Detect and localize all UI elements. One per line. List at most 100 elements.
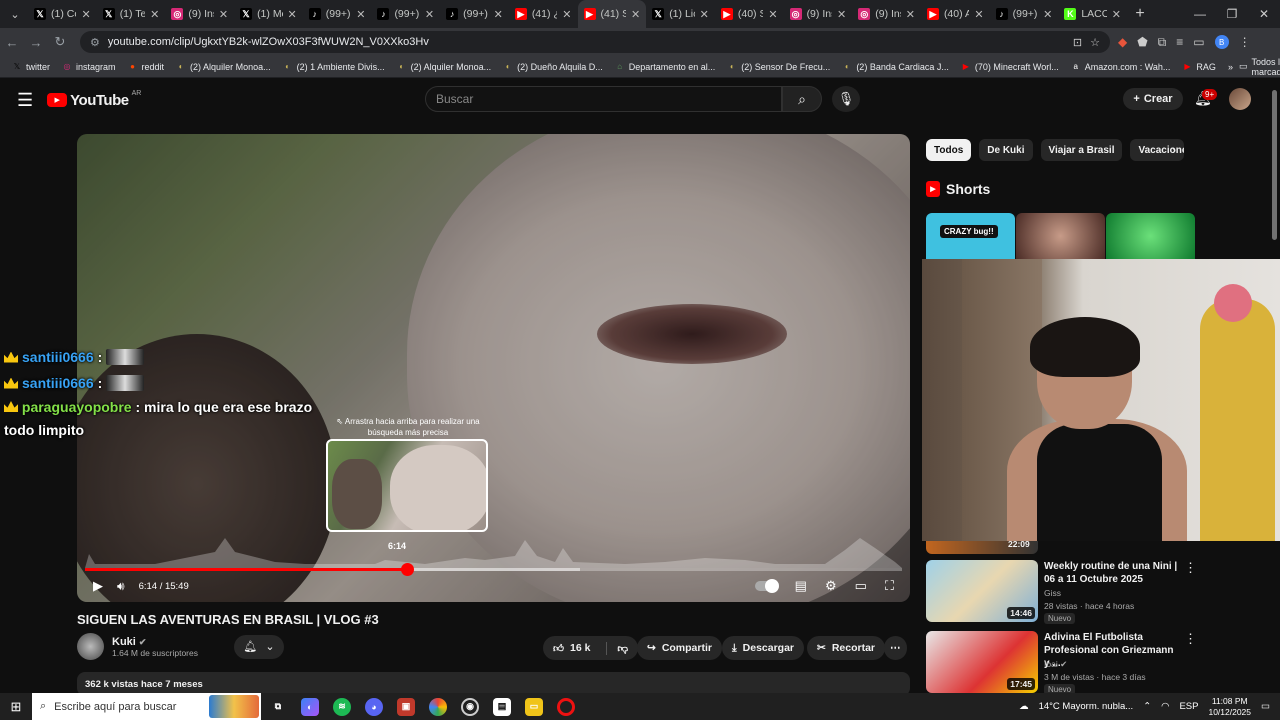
recommended-video[interactable]: 14:46 Weekly routine de una Nini | 06 a … <box>926 560 1197 624</box>
close-tab-icon[interactable]: ✕ <box>1043 8 1052 21</box>
opera-icon[interactable] <box>557 697 575 716</box>
browser-tab[interactable]: ▶ (40) S ✕ <box>715 0 784 28</box>
site-info-icon[interactable]: ⚙ <box>90 36 100 49</box>
extensions-puzzle-icon[interactable]: ⧉ <box>1158 35 1167 50</box>
bookmark-item[interactable]: ◎ instagram <box>56 62 122 72</box>
chevron-right-icon[interactable]: › <box>1172 143 1176 157</box>
browser-tab[interactable]: 𝕏 (1) Me ✕ <box>234 0 303 28</box>
bookmark-item[interactable]: ◐ (2) 1 Ambiente Divis... <box>277 62 391 72</box>
chip-vacations[interactable]: Vacaciones <box>1130 139 1185 161</box>
browser-tab[interactable]: ◎ (9) Ins ✕ <box>852 0 921 28</box>
app-icon[interactable]: ▣ <box>397 697 415 716</box>
share-button[interactable]: ↪ Compartir <box>637 636 722 660</box>
recommended-video[interactable]: 17:45 Adivina El Futbolista Profesional … <box>926 631 1197 695</box>
autoplay-toggle[interactable] <box>754 579 779 593</box>
account-avatar[interactable] <box>1229 88 1251 110</box>
reading-list-icon[interactable]: ≡ <box>1176 35 1183 49</box>
browser-tab[interactable]: 𝕏 (1) Co ✕ <box>28 0 97 28</box>
create-button[interactable]: + Crear <box>1123 88 1183 110</box>
bookmark-item[interactable]: ▶ RAG <box>1176 62 1222 72</box>
short-thumbnail[interactable] <box>1016 213 1105 259</box>
channel-avatar[interactable] <box>77 633 104 660</box>
bookmark-item[interactable]: ◐ (2) Alquiler Monoa... <box>391 62 498 72</box>
close-tab-icon[interactable]: ✕ <box>150 8 159 21</box>
taskbar-search-input[interactable]: ⌕ Escribe aquí para buscar <box>32 693 261 720</box>
language-indicator[interactable]: ESP <box>1179 701 1198 712</box>
fullscreen-icon[interactable]: ⛶ <box>885 578 894 594</box>
channel-name[interactable]: Ibai ✔ <box>1044 659 1067 670</box>
chip-all[interactable]: Todos <box>926 139 972 161</box>
page-scrollbar[interactable] <box>1272 90 1277 240</box>
youtube-logo[interactable]: ▶ YouTube AR <box>47 90 141 109</box>
install-app-icon[interactable]: ⊡ <box>1073 36 1082 49</box>
menu-hamburger-icon[interactable]: ☰ <box>17 90 33 111</box>
spotify-icon[interactable]: ≋ <box>333 697 351 716</box>
close-tab-icon[interactable]: ✕ <box>1112 8 1121 21</box>
back-icon[interactable]: ← <box>0 35 24 50</box>
bookmark-item[interactable]: a Amazon.com : Wah... <box>1065 62 1177 72</box>
browser-tab[interactable]: ◎ (9) Ins ✕ <box>165 0 234 28</box>
volume-icon[interactable]: 🔊︎ <box>117 579 125 594</box>
browser-tab[interactable]: 𝕏 (1) Te ✕ <box>97 0 166 28</box>
close-tab-icon[interactable]: ✕ <box>700 8 709 21</box>
browser-tab[interactable]: 𝕏 (1) Lic ✕ <box>646 0 715 28</box>
close-tab-icon[interactable]: ✕ <box>906 8 915 21</box>
close-tab-icon[interactable]: ✕ <box>81 8 90 21</box>
progress-bar[interactable] <box>85 563 902 576</box>
copilot-icon[interactable]: ◐ <box>301 697 319 716</box>
close-tab-icon[interactable]: ✕ <box>768 8 777 21</box>
weather-icon[interactable]: ☁ <box>1019 701 1029 712</box>
windows-start-icon[interactable]: ⊞ <box>0 699 32 715</box>
bookmark-item[interactable]: ◐ (2) Sensor De Frecu... <box>721 62 836 72</box>
tab-search-button[interactable]: ⌄ <box>2 3 28 25</box>
browser-tab[interactable]: K LACO ✕ <box>1058 0 1127 28</box>
short-thumbnail[interactable]: CRAZY bug!! <box>926 213 1015 259</box>
extension-icon[interactable]: ⬟ <box>1137 35 1147 49</box>
browser-tab[interactable]: ▶ (40) A ✕ <box>921 0 990 28</box>
channel-name[interactable]: Kuki ✔ <box>112 636 198 648</box>
chip-from-channel[interactable]: De Kuki <box>979 139 1033 161</box>
minimize-icon[interactable]: — <box>1184 7 1216 21</box>
chip-travel-brazil[interactable]: Viajar a Brasil <box>1040 139 1123 161</box>
browser-tab[interactable]: ♪ (99+) ✕ <box>371 0 440 28</box>
more-bookmarks-icon[interactable]: » <box>1222 62 1239 72</box>
play-icon[interactable]: ▶ <box>93 578 103 594</box>
clip-button[interactable]: ✂ Recortar <box>807 636 885 660</box>
close-tab-icon[interactable]: ✕ <box>425 8 434 21</box>
restore-icon[interactable]: ❐ <box>1216 7 1248 21</box>
extension-icon[interactable]: ◆ <box>1118 35 1127 49</box>
browser-tab[interactable]: ♪ (99+) ✕ <box>440 0 509 28</box>
chrome-menu-icon[interactable]: ⋮ <box>1239 35 1251 49</box>
subscription-bell-button[interactable]: 🔔︎ ⌄ <box>233 634 284 659</box>
channel-name[interactable]: Giss <box>1044 588 1061 598</box>
reload-icon[interactable]: ↻ <box>48 34 72 50</box>
close-window-icon[interactable]: ✕ <box>1248 7 1280 21</box>
tray-chevron-icon[interactable]: ⌃ <box>1143 701 1151 712</box>
close-tab-icon[interactable]: ✕ <box>288 8 297 21</box>
profile-avatar-icon[interactable]: B <box>1214 35 1229 49</box>
browser-tab[interactable]: ♪ (99+) ✕ <box>303 0 372 28</box>
close-tab-icon[interactable]: ✕ <box>562 8 571 21</box>
short-thumbnail[interactable] <box>1106 213 1195 259</box>
bookmark-star-icon[interactable]: ☆ <box>1090 36 1100 49</box>
more-options-icon[interactable]: ⋮ <box>1184 560 1197 576</box>
new-tab-button[interactable]: + <box>1127 5 1153 23</box>
browser-tab[interactable]: ▶ (41) S ✕ <box>577 0 647 28</box>
download-button[interactable]: ⤓ Descargar <box>722 636 805 660</box>
bookmark-item[interactable]: ▶ (70) Minecraft Worl... <box>955 62 1065 72</box>
voice-search-button[interactable]: 🎙 <box>832 86 860 112</box>
close-tab-icon[interactable]: ✕ <box>494 8 503 21</box>
bookmark-item[interactable]: ◐ (2) Dueño Alquila D... <box>497 62 609 72</box>
browser-tab[interactable]: ♪ (99+) ✕ <box>990 0 1059 28</box>
network-icon[interactable]: ◠ <box>1161 701 1169 712</box>
search-button[interactable]: ⌕ <box>782 86 822 112</box>
bookmark-item[interactable]: ◐ (2) Alquiler Monoa... <box>170 62 277 72</box>
close-tab-icon[interactable]: ✕ <box>837 8 846 21</box>
bookmark-item[interactable]: ● reddit <box>122 62 171 72</box>
weather-text[interactable]: 14°C Mayorm. nubla... <box>1039 701 1134 712</box>
video-title[interactable]: Weekly routine de una Nini | 06 a 11 Oct… <box>1044 560 1179 586</box>
notifications-icon[interactable]: ▭ <box>1261 701 1270 712</box>
thumbs-down-icon[interactable]: 👎︎ <box>606 641 628 655</box>
clock[interactable]: 11:08 PM 10/12/2025 <box>1208 696 1251 718</box>
close-tab-icon[interactable]: ✕ <box>631 8 640 21</box>
